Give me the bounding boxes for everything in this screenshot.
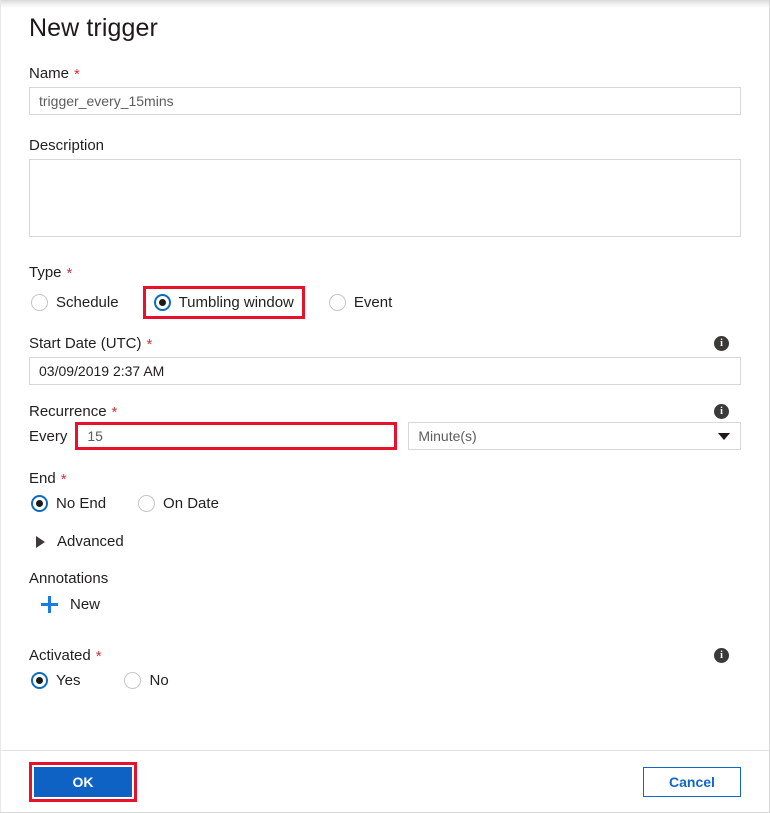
activated-field-block: Activated * i Yes No	[29, 647, 741, 692]
radio-label-activated-no: No	[149, 672, 169, 689]
recurrence-interval-input[interactable]	[78, 425, 395, 447]
description-label-text: Description	[29, 137, 105, 154]
radio-mark-tumbling-window	[153, 294, 171, 311]
radio-option-event[interactable]: Event	[327, 291, 394, 314]
description-textarea[interactable]	[29, 159, 741, 237]
recurrence-field-block: Recurrence* i Every Minute(s)	[29, 403, 741, 450]
radio-mark-on-date	[138, 495, 156, 512]
start-date-required-asterisk: *	[146, 336, 153, 353]
radio-option-tumbling-window[interactable]: Tumbling window	[152, 291, 296, 314]
recurrence-required-asterisk: *	[111, 404, 118, 421]
type-label-text: Type	[29, 264, 62, 281]
annotations-heading: Annotations	[29, 570, 109, 587]
info-icon-recurrence[interactable]: i	[714, 404, 729, 419]
start-date-field-block: Start Date (UTC) * i	[29, 335, 741, 385]
radio-option-schedule[interactable]: Schedule	[29, 291, 121, 314]
radio-label-tumbling-window: Tumbling window	[178, 294, 294, 311]
highlight-box-ok-button: OK	[29, 761, 137, 802]
recurrence-label-text: Recurrence	[29, 403, 107, 420]
activated-label-text: Activated	[29, 647, 91, 664]
new-trigger-panel: New trigger Name * Description Type *	[0, 0, 770, 813]
panel-body: New trigger Name * Description Type *	[1, 0, 769, 750]
plus-icon	[41, 596, 58, 613]
name-required-asterisk: *	[74, 66, 80, 83]
advanced-label: Advanced	[57, 533, 124, 550]
description-field-block: Description	[29, 137, 741, 242]
radio-option-activated-no[interactable]: No	[122, 669, 170, 692]
add-annotation-label: New	[70, 596, 101, 613]
radio-mark-activated-no	[124, 672, 142, 689]
radio-mark-activated-yes	[31, 672, 48, 689]
panel-footer: OK Cancel	[1, 750, 769, 812]
start-date-input[interactable]	[29, 357, 741, 385]
description-label: Description	[29, 137, 741, 154]
type-field-block: Type * Schedule Tumbling window Event	[29, 264, 741, 319]
activated-label: Activated *	[29, 647, 102, 664]
radio-option-activated-yes[interactable]: Yes	[29, 669, 82, 692]
start-date-label-text: Start Date (UTC)	[29, 335, 142, 352]
every-label: Every	[29, 427, 68, 445]
start-date-label: Start Date (UTC) *	[29, 335, 152, 352]
type-radio-group: Schedule Tumbling window Event	[29, 286, 741, 319]
highlight-box-recurrence-interval	[75, 422, 398, 450]
radio-mark-schedule	[31, 294, 48, 311]
recurrence-controls-row: Every Minute(s)	[29, 422, 741, 450]
info-icon-start-date[interactable]: i	[714, 336, 729, 351]
activated-required-asterisk: *	[95, 648, 102, 665]
chevron-down-icon	[718, 432, 730, 440]
radio-mark-no-end	[31, 495, 48, 512]
radio-label-on-date: On Date	[163, 495, 219, 512]
type-required-asterisk: *	[66, 265, 73, 282]
highlight-box-tumbling-window: Tumbling window	[142, 286, 305, 319]
cancel-button[interactable]: Cancel	[643, 766, 741, 797]
ok-button[interactable]: OK	[34, 766, 132, 797]
end-required-asterisk: *	[60, 471, 67, 488]
recurrence-label-row: Recurrence * i	[29, 403, 741, 420]
end-label: End *	[29, 470, 741, 487]
name-input[interactable]	[29, 87, 741, 115]
type-label: Type *	[29, 264, 741, 281]
radio-label-schedule: Schedule	[56, 294, 119, 311]
info-icon-activated[interactable]: i	[714, 648, 729, 663]
advanced-section-toggle[interactable]: Advanced	[29, 533, 741, 550]
activated-label-row: Activated * i	[29, 647, 741, 664]
name-label-text: Name	[29, 65, 70, 82]
start-date-label-row: Start Date (UTC) * i	[29, 335, 741, 352]
radio-option-no-end[interactable]: No End	[29, 492, 108, 515]
activated-radio-group: Yes No	[29, 669, 741, 692]
radio-mark-event	[328, 294, 346, 311]
radio-label-no-end: No End	[56, 495, 107, 512]
name-field-block: Name *	[29, 65, 741, 115]
triangle-right-icon	[36, 535, 45, 548]
page-title: New trigger	[29, 14, 158, 42]
recurrence-unit-value: Minute(s)	[418, 428, 477, 444]
radio-label-event: Event	[353, 294, 393, 311]
add-annotation-button[interactable]: New	[29, 596, 741, 613]
recurrence-unit-dropdown[interactable]: Minute(s)	[408, 422, 741, 450]
name-label: Name *	[29, 65, 741, 82]
end-radio-group: No End On Date	[29, 492, 741, 515]
radio-label-activated-yes: Yes	[56, 672, 81, 689]
recurrence-label: Recurrence *	[29, 403, 117, 420]
end-label-text: End	[29, 470, 56, 487]
end-field-block: End * No End On Date	[29, 470, 741, 515]
radio-option-on-date[interactable]: On Date	[136, 492, 221, 515]
